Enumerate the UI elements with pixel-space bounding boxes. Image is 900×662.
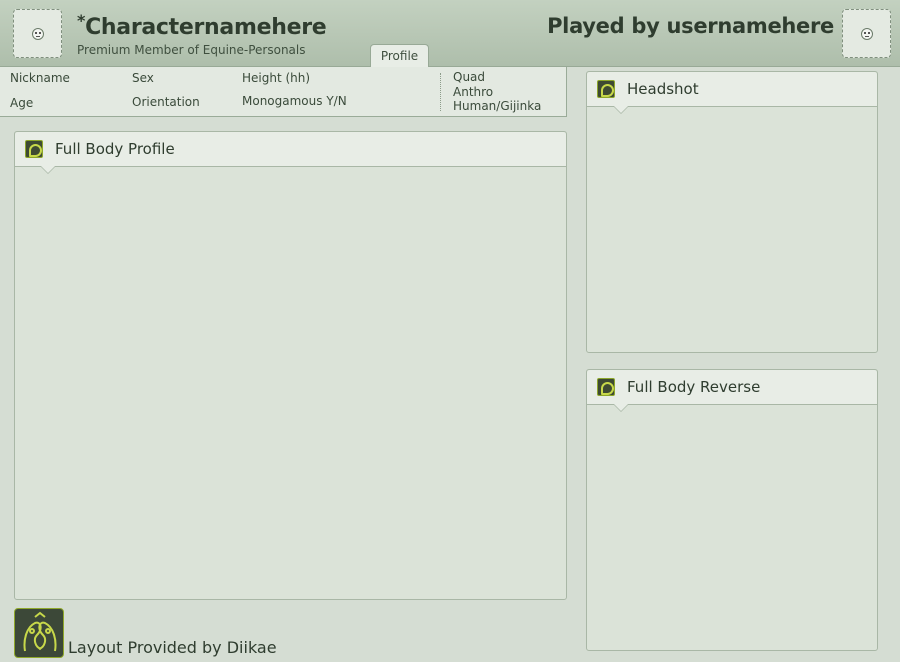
player-avatar[interactable] xyxy=(842,9,891,58)
full-body-reverse-title: Full Body Reverse xyxy=(627,378,761,396)
character-name-text: Characternamehere xyxy=(85,15,327,40)
layout-credit[interactable]: Layout Provided by Diikae xyxy=(68,638,277,657)
form-quad: Quad xyxy=(453,70,486,84)
tab-profile[interactable]: Profile xyxy=(370,44,429,68)
stats-bar: Nickname Sex Height (hh) Age Orientation… xyxy=(0,67,567,117)
played-by-label[interactable]: Played by usernamehere xyxy=(547,14,834,38)
stats-divider xyxy=(440,73,441,111)
full-body-reverse-header: Full Body Reverse xyxy=(587,370,877,412)
horse-logo-icon xyxy=(23,611,57,652)
headshot-header: Headshot xyxy=(587,72,877,114)
stat-sex: Sex xyxy=(132,71,154,85)
form-anthro: Anthro xyxy=(453,85,494,99)
star-marker: * xyxy=(77,11,86,30)
stat-monogamous: Monogamous Y/N xyxy=(242,94,347,108)
smiley-icon xyxy=(31,27,44,40)
headshot-panel: Headshot xyxy=(586,71,878,353)
form-human: Human/Gijinka xyxy=(453,99,542,113)
logo-icon xyxy=(597,378,615,396)
smiley-icon xyxy=(860,27,873,40)
logo-icon xyxy=(597,80,615,98)
stat-age: Age xyxy=(10,96,34,110)
profile-header: *Characternamehere Premium Member of Equ… xyxy=(0,0,900,68)
full-body-profile-header: Full Body Profile xyxy=(15,132,566,174)
stat-nickname: Nickname xyxy=(10,71,70,85)
character-avatar[interactable] xyxy=(13,9,62,58)
character-name[interactable]: *Characternamehere xyxy=(77,11,327,40)
layout-author-logo-icon[interactable] xyxy=(14,608,64,658)
member-status: Premium Member of Equine-Personals xyxy=(77,43,306,57)
full-body-profile-title: Full Body Profile xyxy=(55,140,175,158)
headshot-title: Headshot xyxy=(627,80,699,98)
full-body-profile-panel: Full Body Profile xyxy=(14,131,567,600)
full-body-reverse-panel: Full Body Reverse xyxy=(586,369,878,651)
stat-height: Height (hh) xyxy=(242,71,311,85)
stat-orientation: Orientation xyxy=(132,95,200,109)
logo-icon xyxy=(25,140,43,158)
